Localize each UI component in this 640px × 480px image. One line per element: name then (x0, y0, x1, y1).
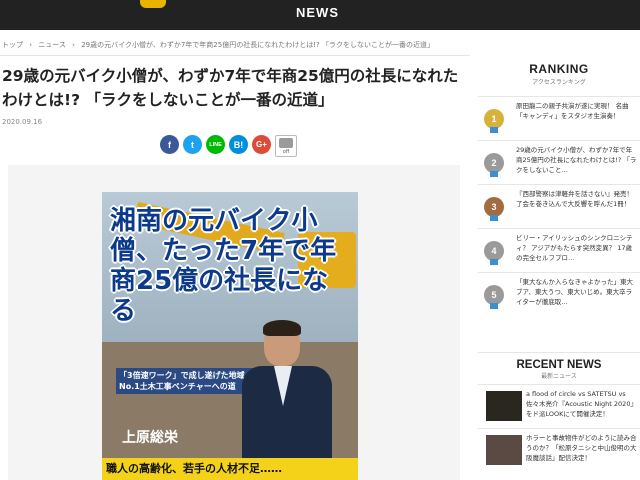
rank-medal-icon: 4 (484, 241, 504, 261)
breadcrumb-top-link[interactable]: トップ (2, 41, 23, 49)
ranking-item[interactable]: 5 「東大なんか入らなきゃよかった」東大ブア、東大うつ、東大いじめ。東大卒ライタ… (478, 272, 640, 316)
recent-news-text[interactable]: a flood of circle vs SATETSU vs 佐々木亮介『Ac… (526, 389, 638, 429)
twitter-icon: t (191, 139, 194, 150)
ranking-header: RANKING アクセスランキング (478, 62, 640, 86)
recent-news-thumbnail[interactable] (486, 391, 522, 421)
ranking-item[interactable]: 3 『西部警察は津軽弁を話さない』発売！ 了会を巻き込んで大反響を呼んだ1冊！ (478, 184, 640, 228)
line-icon: LINE (209, 141, 222, 148)
pocket-count: off (282, 149, 290, 155)
ranking-subtitle: アクセスランキング (532, 79, 586, 86)
recent-news-thumbnail[interactable] (486, 435, 522, 465)
google-plus-icon: G+ (256, 140, 267, 149)
ranking-title: RANKING (529, 62, 589, 76)
author-photo (242, 320, 332, 476)
pocket-save-button[interactable]: off (275, 135, 297, 157)
ranking-item[interactable]: 2 29歳の元バイク小僧が、わずか7年で年商25億円の社長になれたわけとは!? … (478, 140, 640, 184)
hatena-icon: B! (233, 139, 244, 150)
nav-news-link[interactable]: NEWS (296, 5, 339, 20)
cover-headline: 湘南の元バイク小僧、たった7年で年商25億の社長になる (110, 206, 337, 326)
recent-news-item[interactable]: ホラーと事故物件がどのように読み合うのか？「松原タニシと中山俊明の大阪魔談話」配… (478, 428, 640, 472)
recent-news-title: RECENT NEWS (516, 359, 602, 371)
share-buttons: f t LINE B! G+ off (160, 135, 297, 157)
book-cover-image: Hybrid 湘南の元バイク小僧、たった7年で年商25億の社長になる 「3倍速ワ… (102, 192, 358, 480)
divider (0, 55, 470, 56)
ribbon-icon (490, 303, 498, 309)
author-hair (263, 320, 301, 336)
ranking-item[interactable]: 1 原田龍二の親子共演が遂に実現！ 名曲「キャンディ」をスタジオ生演奏！ (478, 96, 640, 140)
rank-medal-icon: 5 (484, 285, 504, 305)
ribbon-icon (490, 127, 498, 133)
ribbon-icon (490, 215, 498, 221)
breadcrumb: トップ › ニュース › 29歳の元バイク小僧が、わずか7年で年商25億円の社長… (0, 40, 470, 54)
recent-news-subtitle: 最新ニュース (541, 373, 577, 380)
ranking-item-text[interactable]: 「東大なんか入らなきゃよかった」東大ブア、東大うつ、東大いじめ。東大卒ライターが… (516, 277, 638, 309)
ribbon-icon (490, 259, 498, 265)
site-logo[interactable] (140, 0, 166, 8)
cover-band-text: 職人の高齢化、若手の人材不足…… (106, 462, 282, 475)
breadcrumb-separator: › (72, 41, 75, 49)
cover-band: 職人の高齢化、若手の人材不足…… (102, 458, 358, 480)
ranking-item-text[interactable]: ビリー・アイリッシュのシンクロニシティ？ アジアがもたらす突然変異？ 17歳の完… (516, 233, 638, 265)
breadcrumb-news-link[interactable]: ニュース (38, 41, 66, 49)
facebook-icon: f (168, 139, 171, 150)
ribbon-icon (490, 171, 498, 177)
hatena-bookmark-button[interactable]: B! (229, 135, 248, 154)
breadcrumb-separator: › (29, 41, 33, 49)
rank-medal-icon: 1 (484, 109, 504, 129)
sidebar: RANKING アクセスランキング 1 原田龍二の親子共演が遂に実現！ 名曲「キ… (478, 62, 640, 480)
twitter-share-button[interactable]: t (183, 135, 202, 154)
recent-news-text[interactable]: ホラーと事故物件がどのように読み合うのか？「松原タニシと中山俊明の大阪魔談話」配… (526, 433, 638, 473)
article-title: 29歳の元バイク小僧が、わずか7年で年商25億円の社長になれたわけとは!? 「ラ… (2, 67, 459, 109)
recent-news-item[interactable]: a flood of circle vs SATETSU vs 佐々木亮介『Ac… (478, 384, 640, 428)
cover-author-name: 上原総栄 (122, 430, 178, 446)
ranking-item-text[interactable]: 29歳の元バイク小僧が、わずか7年で年商25億円の社長になれたわけとは!? 「ラ… (516, 145, 638, 177)
rank-medal-icon: 2 (484, 153, 504, 173)
google-plus-share-button[interactable]: G+ (252, 135, 271, 154)
breadcrumb-current: 29歳の元バイク小僧が、わずか7年で年商25億円の社長になれたわけとは!? 「ラ… (81, 41, 434, 49)
rank-medal-icon: 3 (484, 197, 504, 217)
top-navigation-bar: NEWS (0, 0, 640, 30)
recent-news-header: RECENT NEWS 最新ニュース (478, 352, 640, 380)
pocket-icon (279, 138, 293, 148)
ranking-item[interactable]: 4 ビリー・アイリッシュのシンクロニシティ？ アジアがもたらす突然変異？ 17歳… (478, 228, 640, 272)
facebook-share-button[interactable]: f (160, 135, 179, 154)
ranking-item-text[interactable]: 原田龍二の親子共演が遂に実現！ 名曲「キャンディ」をスタジオ生演奏！ (516, 101, 638, 133)
article-date: 2020.09.16 (2, 118, 43, 126)
line-share-button[interactable]: LINE (206, 135, 225, 154)
ranking-item-text[interactable]: 『西部警察は津軽弁を話さない』発売！ 了会を巻き込んで大反響を呼んだ1冊！ (516, 189, 638, 221)
